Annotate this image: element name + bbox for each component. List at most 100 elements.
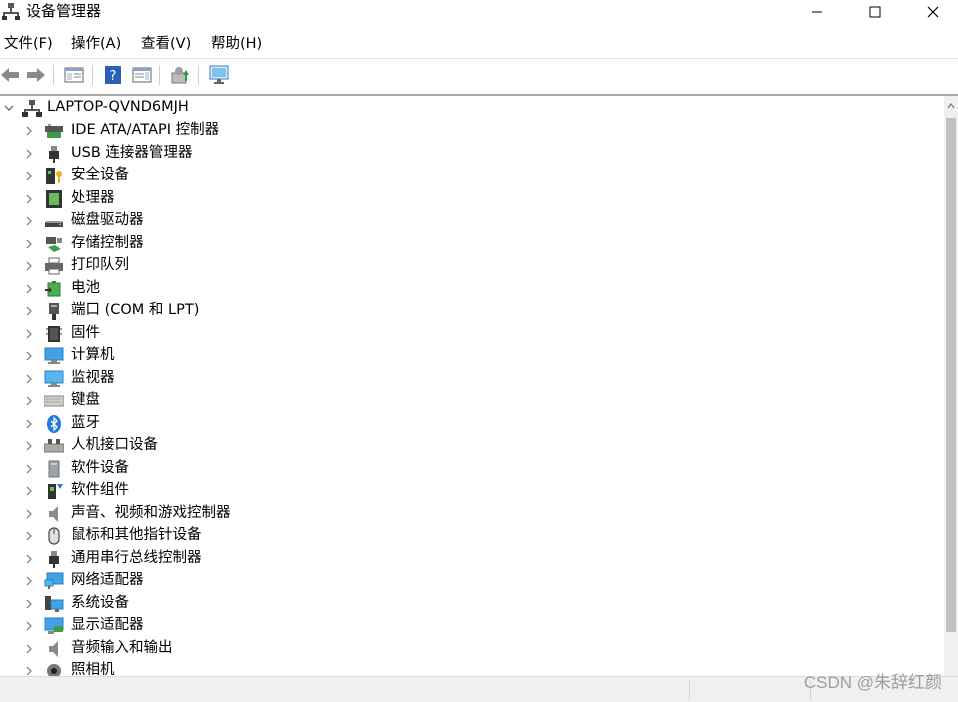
- node-label: 存储控制器: [71, 235, 144, 251]
- chevron-down-icon[interactable]: [3, 102, 15, 114]
- tree-node-ports[interactable]: 端口 (COM 和 LPT): [0, 300, 944, 322]
- node-label: IDE ATA/ATAPI 控制器: [71, 122, 220, 138]
- tree-node-audio-io[interactable]: 音频输入和输出: [0, 638, 944, 660]
- system-device-icon: [45, 596, 64, 612]
- close-button[interactable]: [904, 0, 958, 24]
- node-label: 处理器: [71, 190, 115, 206]
- tree-node-network[interactable]: 网络适配器: [0, 570, 944, 592]
- maximize-button[interactable]: [846, 0, 904, 24]
- node-label: 监视器: [71, 370, 115, 386]
- keyboard-icon: [44, 395, 64, 407]
- chevron-right-icon[interactable]: [23, 283, 35, 295]
- security-device-icon: [46, 168, 62, 184]
- help-button[interactable]: ?: [101, 63, 125, 87]
- show-hide-tree-button[interactable]: [62, 63, 86, 87]
- computer-icon: [44, 347, 64, 364]
- processor-icon: [46, 190, 62, 208]
- chevron-right-icon[interactable]: [23, 598, 35, 610]
- maximize-icon: [869, 6, 881, 18]
- menu-help[interactable]: 帮助(H): [211, 35, 262, 53]
- forward-button[interactable]: [24, 63, 48, 87]
- tree-node-sound[interactable]: 声音、视频和游戏控制器: [0, 503, 944, 525]
- node-label: 通用串行总线控制器: [71, 550, 202, 566]
- scroll-up-arrow-icon[interactable]: [944, 96, 958, 116]
- chevron-right-icon[interactable]: [23, 148, 35, 160]
- menu-action[interactable]: 操作(A): [71, 35, 121, 53]
- menu-file[interactable]: 文件(F): [4, 35, 53, 53]
- tree-node-usb-controller[interactable]: 通用串行总线控制器: [0, 548, 944, 570]
- tree-node-system[interactable]: 系统设备: [0, 593, 944, 615]
- chevron-right-icon[interactable]: [23, 238, 35, 250]
- chevron-right-icon[interactable]: [23, 373, 35, 385]
- chevron-right-icon[interactable]: [23, 553, 35, 565]
- scrollbar-thumb[interactable]: [946, 118, 956, 632]
- tree-node-ide[interactable]: IDE ATA/ATAPI 控制器: [0, 120, 944, 142]
- tree-node-keyboard[interactable]: 键盘: [0, 390, 944, 412]
- tree-node-hid[interactable]: 人机接口设备: [0, 435, 944, 457]
- tree-node-battery[interactable]: 电池: [0, 278, 944, 300]
- firmware-icon: [46, 326, 62, 342]
- tree-node-firmware[interactable]: 固件: [0, 323, 944, 345]
- forward-arrow-icon: [27, 68, 45, 82]
- device-manager-app-icon: [2, 3, 20, 20]
- usb-connector-icon: [49, 146, 59, 163]
- node-label: 蓝牙: [71, 415, 100, 431]
- tree-node-camera[interactable]: 照相机: [0, 660, 944, 676]
- tree-node-usb-connector[interactable]: USB 连接器管理器: [0, 143, 944, 165]
- chevron-right-icon[interactable]: [23, 395, 35, 407]
- tree-node-storage[interactable]: 存储控制器: [0, 233, 944, 255]
- disk-drive-icon: [45, 221, 63, 227]
- device-tree: LAPTOP-QVND6MJH IDE ATA/ATAPI 控制器 USB 连接…: [0, 96, 944, 676]
- network-adapter-icon: [44, 572, 64, 589]
- chevron-right-icon[interactable]: [23, 328, 35, 340]
- tree-node-security[interactable]: 安全设备: [0, 165, 944, 187]
- details-pane-button[interactable]: [130, 63, 154, 87]
- back-button[interactable]: [0, 63, 22, 87]
- chevron-right-icon[interactable]: [23, 440, 35, 452]
- scan-hardware-icon: [209, 65, 229, 84]
- scan-hardware-button[interactable]: [207, 63, 231, 87]
- close-icon: [927, 6, 939, 18]
- tree-node-software-component[interactable]: 软件组件: [0, 480, 944, 502]
- chevron-right-icon[interactable]: [23, 350, 35, 362]
- computer-root-icon: [22, 100, 42, 117]
- tree-node-display[interactable]: 显示适配器: [0, 615, 944, 637]
- tree-node-mouse[interactable]: 鼠标和其他指针设备: [0, 525, 944, 547]
- bluetooth-icon: [47, 415, 61, 433]
- tree-node-printer[interactable]: 打印队列: [0, 255, 944, 277]
- chevron-right-icon[interactable]: [23, 463, 35, 475]
- node-label: 声音、视频和游戏控制器: [71, 505, 231, 521]
- tree-node-disk[interactable]: 磁盘驱动器: [0, 210, 944, 232]
- computer-name: LAPTOP-QVND6MJH: [47, 99, 189, 115]
- chevron-right-icon[interactable]: [23, 418, 35, 430]
- menu-view[interactable]: 查看(V): [141, 35, 191, 53]
- chevron-right-icon[interactable]: [23, 485, 35, 497]
- chevron-right-icon[interactable]: [23, 193, 35, 205]
- tree-node-processor[interactable]: 处理器: [0, 188, 944, 210]
- update-driver-button[interactable]: [168, 63, 192, 87]
- chevron-right-icon[interactable]: [23, 665, 35, 676]
- node-label: 鼠标和其他指针设备: [71, 527, 202, 543]
- tree-node-monitor[interactable]: 监视器: [0, 368, 944, 390]
- chevron-right-icon[interactable]: [23, 620, 35, 632]
- tree-root[interactable]: LAPTOP-QVND6MJH: [0, 97, 944, 119]
- chevron-right-icon[interactable]: [23, 305, 35, 317]
- status-divider: [689, 680, 690, 700]
- tree-node-bluetooth[interactable]: 蓝牙: [0, 413, 944, 435]
- tree-node-computer[interactable]: 计算机: [0, 345, 944, 367]
- minimize-icon: [812, 11, 822, 13]
- chevron-right-icon[interactable]: [23, 575, 35, 587]
- chevron-right-icon[interactable]: [23, 170, 35, 182]
- node-label: 安全设备: [71, 167, 129, 183]
- chevron-right-icon[interactable]: [23, 530, 35, 542]
- minimize-button[interactable]: [788, 0, 846, 24]
- toolbar-separator: [53, 65, 54, 85]
- chevron-right-icon[interactable]: [23, 260, 35, 272]
- chevron-right-icon[interactable]: [23, 215, 35, 227]
- chevron-right-icon[interactable]: [23, 508, 35, 520]
- vertical-scrollbar[interactable]: [944, 96, 958, 676]
- tree-node-software-device[interactable]: 软件设备: [0, 458, 944, 480]
- chevron-right-icon[interactable]: [23, 643, 35, 655]
- chevron-right-icon[interactable]: [23, 125, 35, 137]
- node-label: USB 连接器管理器: [71, 145, 193, 161]
